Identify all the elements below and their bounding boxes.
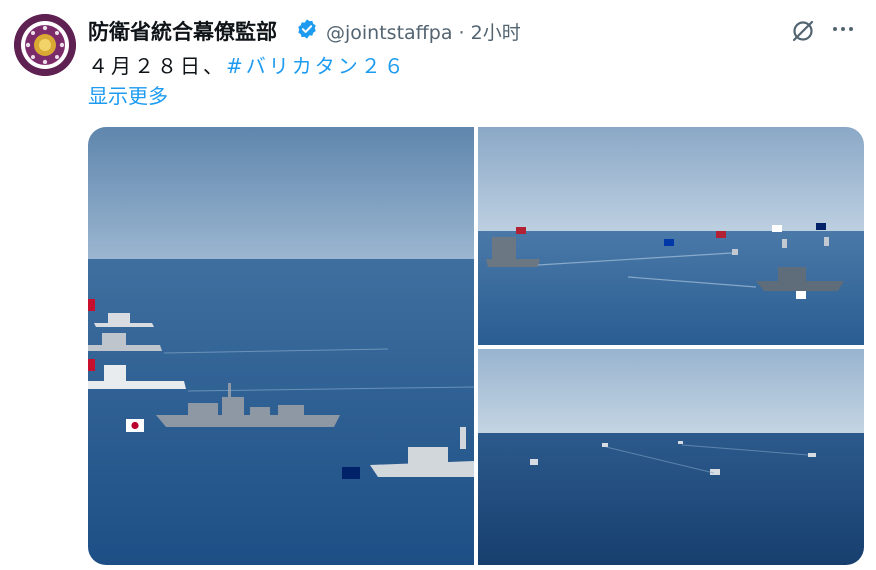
media-grid bbox=[88, 127, 864, 565]
more-button[interactable] bbox=[830, 16, 856, 42]
photo-1[interactable] bbox=[88, 127, 474, 565]
tweet-text-prefix: ４月２８日、 bbox=[88, 54, 226, 78]
photo-2-image bbox=[478, 127, 864, 345]
photo-2[interactable] bbox=[478, 127, 864, 345]
handle-text[interactable]: @jointstaffpa bbox=[326, 22, 452, 44]
more-icon bbox=[833, 27, 853, 31]
avatar[interactable] bbox=[14, 14, 76, 76]
tweet-text: ４月２８日、#バリカタン２６ bbox=[88, 50, 407, 79]
author-name[interactable]: 防衛省統合幕僚監部 bbox=[88, 16, 277, 46]
hashtag-link[interactable]: #バリカタン２６ bbox=[226, 54, 407, 78]
photo-3[interactable] bbox=[478, 349, 864, 565]
grok-icon[interactable] bbox=[790, 18, 816, 44]
photo-1-image bbox=[88, 127, 474, 565]
separator: · bbox=[458, 22, 465, 44]
jsdf-emblem-avatar bbox=[14, 14, 76, 76]
verified-badge-icon bbox=[298, 19, 316, 39]
timestamp[interactable]: 2小时 bbox=[471, 22, 521, 44]
author-handle[interactable]: @jointstaffpa · 2小时 bbox=[326, 18, 521, 45]
show-more-link[interactable]: 显示更多 bbox=[88, 80, 168, 109]
photo-3-image bbox=[478, 349, 864, 565]
tweet-header: 防衛省統合幕僚監部 @jointstaffpa · 2小时 bbox=[88, 14, 856, 46]
